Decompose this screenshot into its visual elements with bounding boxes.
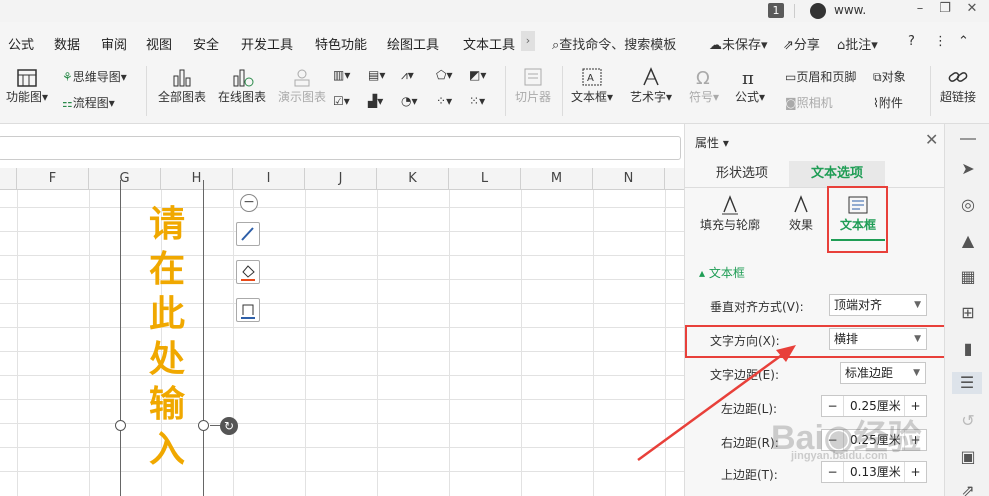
annotation-arrow [637, 345, 796, 462]
